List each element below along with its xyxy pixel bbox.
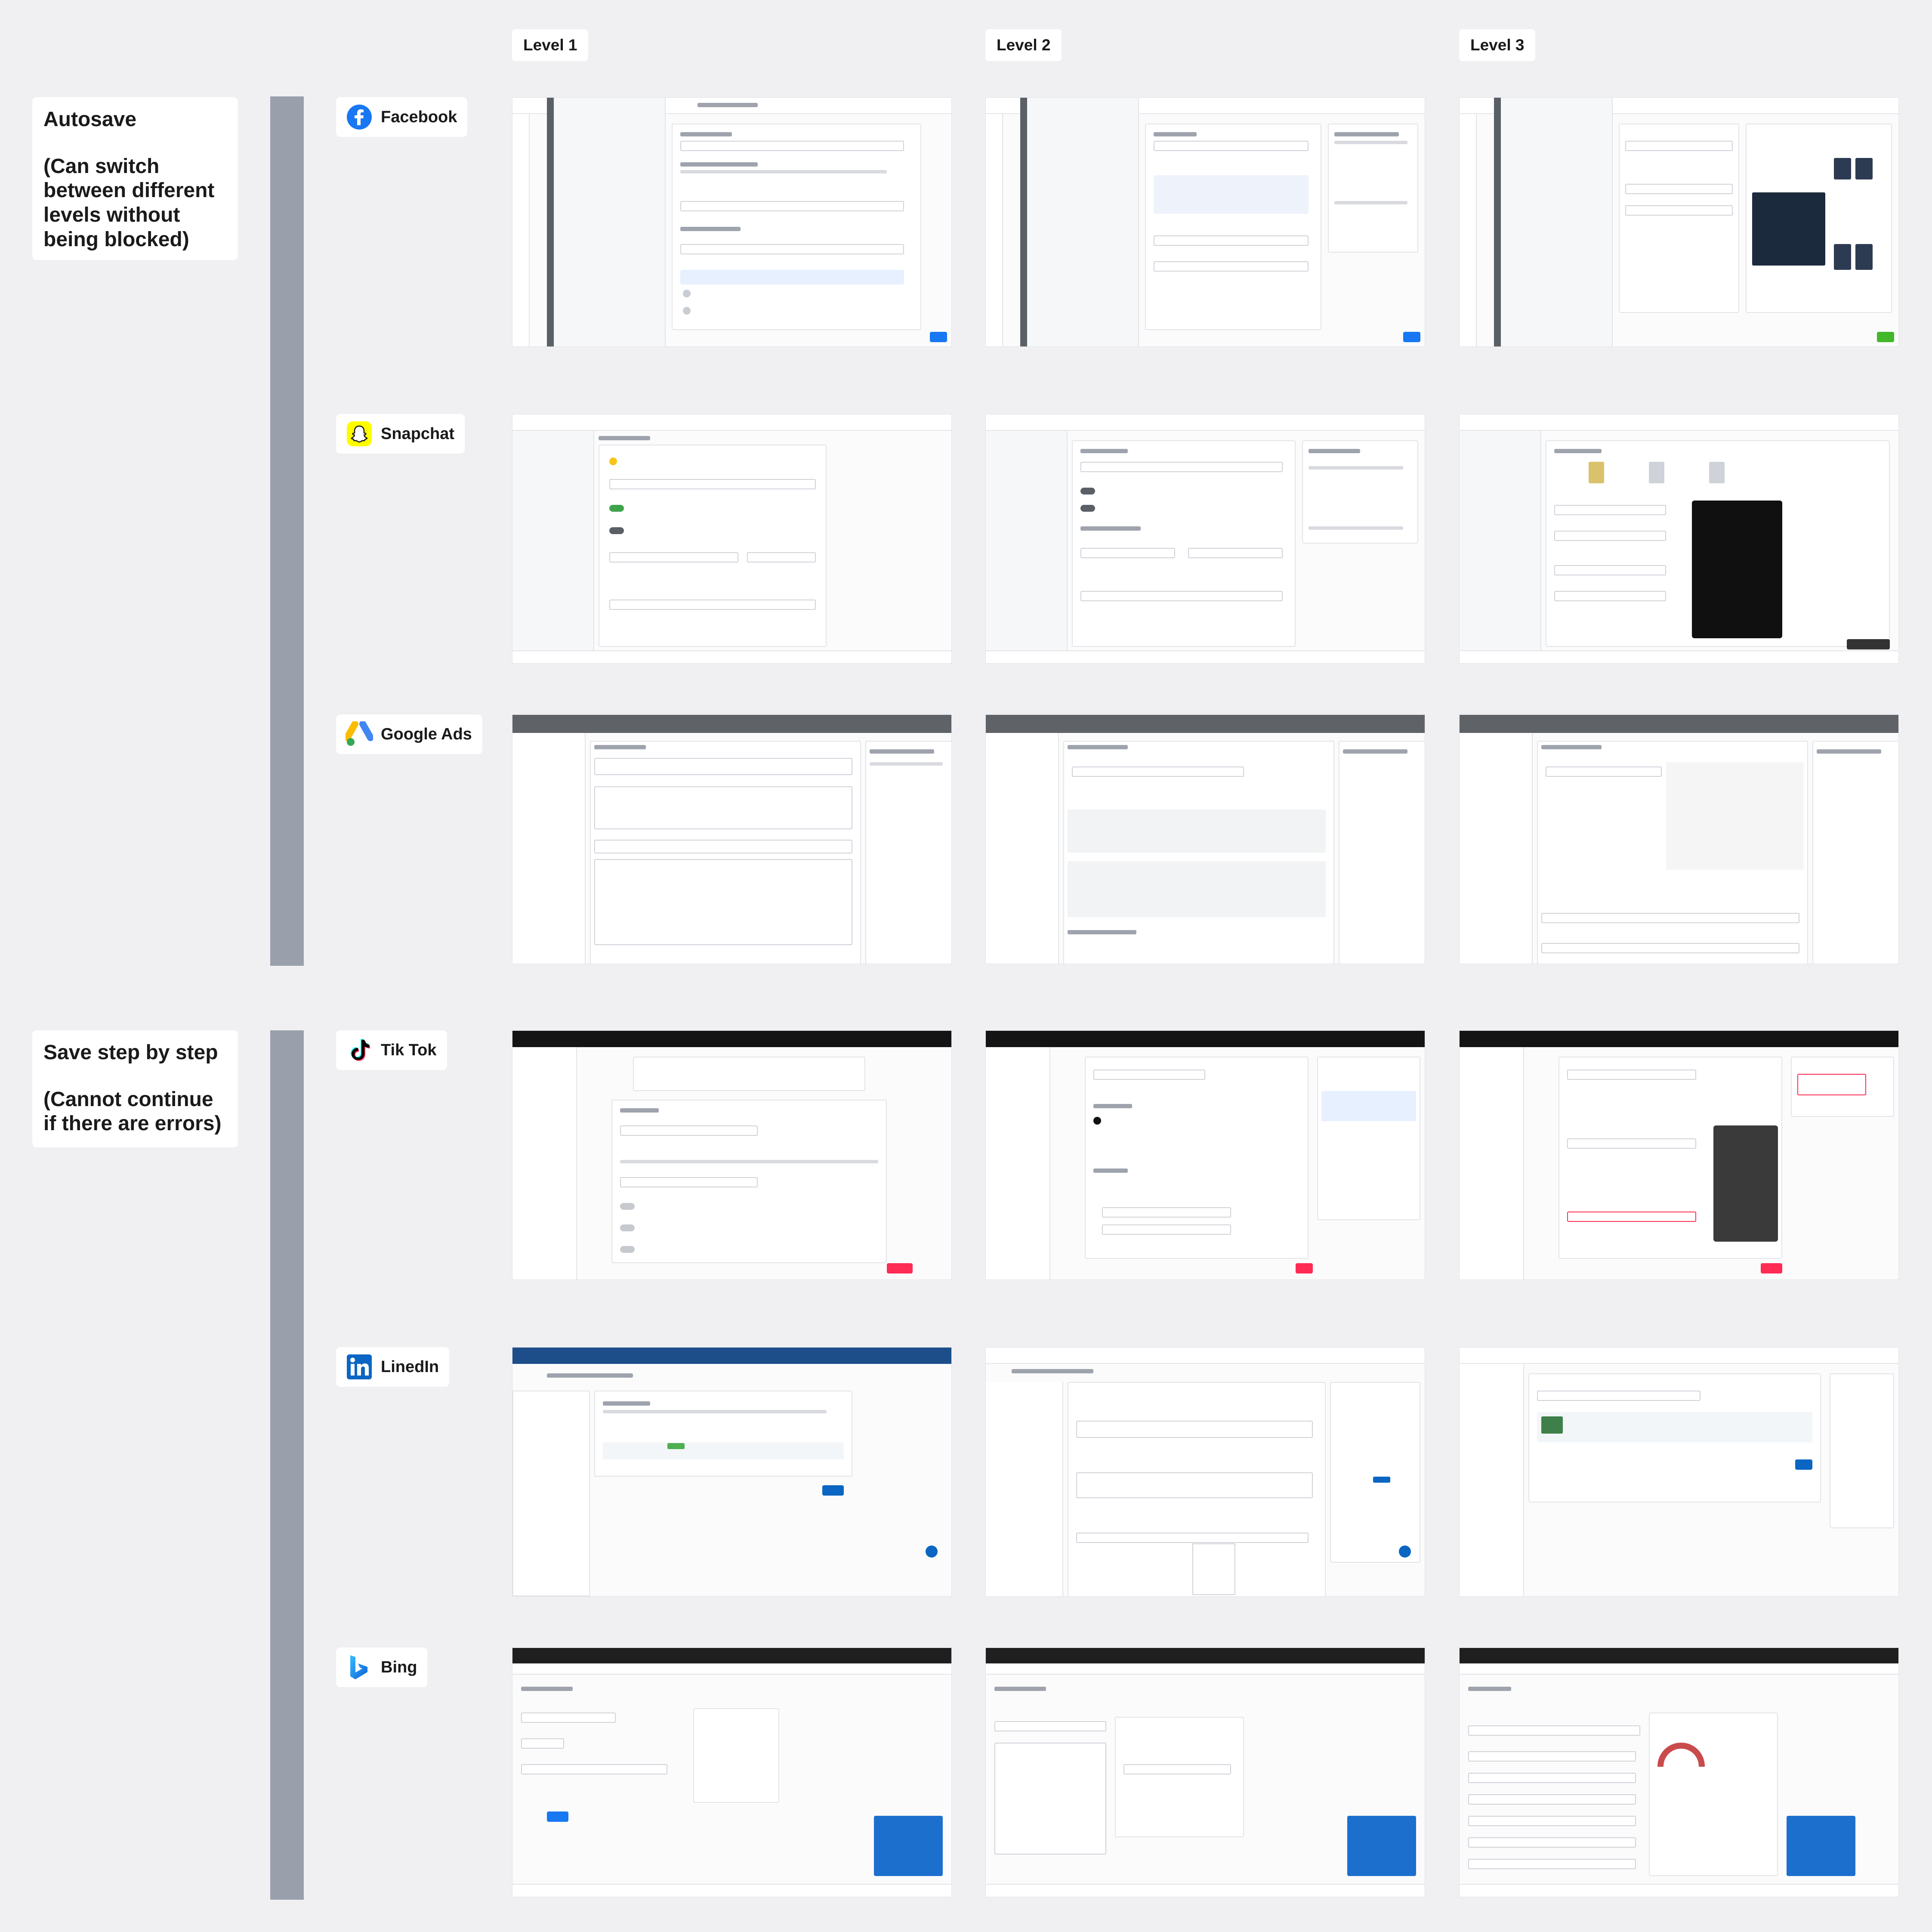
screenshot-snapchat-level-1 — [512, 414, 952, 664]
screenshot-linkedin-level-1 — [512, 1347, 952, 1597]
snapchat-icon — [346, 420, 373, 448]
next-button[interactable] — [1403, 332, 1420, 342]
platform-google-ads: Google Ads — [336, 714, 482, 754]
screenshot-bing-level-3 — [1459, 1648, 1899, 1897]
group-card-save-step-by-step: Save step by step (Cannot continue if th… — [32, 1030, 238, 1147]
continue-button[interactable] — [887, 1263, 913, 1274]
screenshot-facebook-level-3 — [1459, 97, 1899, 347]
group-divider-save-step — [270, 1030, 304, 1900]
platform-tiktok: Tik Tok — [336, 1030, 447, 1070]
group-description: (Can switch between different levels wit… — [43, 155, 215, 251]
bing-icon — [346, 1654, 373, 1681]
review-publish-button[interactable] — [1847, 639, 1890, 649]
google-ads-icon — [346, 720, 373, 748]
platform-name: Tik Tok — [381, 1041, 437, 1059]
level-2-header: Level 2 — [985, 29, 1062, 61]
next-button[interactable] — [547, 1811, 568, 1822]
screenshot-snapchat-level-3 — [1459, 414, 1899, 664]
submit-button[interactable] — [1761, 1263, 1782, 1274]
group-title: Save step by step — [43, 1041, 218, 1064]
screenshot-tiktok-level-3 — [1459, 1030, 1899, 1280]
platform-name: Bing — [381, 1658, 417, 1676]
tiktok-icon — [346, 1036, 373, 1064]
platform-snapchat: Snapchat — [336, 414, 465, 454]
platform-name: Facebook — [381, 108, 457, 126]
publish-button[interactable] — [1877, 332, 1894, 342]
screenshot-bing-level-1 — [512, 1648, 952, 1897]
level-3-header: Level 3 — [1459, 29, 1536, 61]
screenshot-tiktok-level-2 — [985, 1030, 1425, 1280]
next-button[interactable] — [1795, 1459, 1812, 1470]
screenshot-facebook-level-2 — [985, 97, 1425, 347]
screenshot-snapchat-level-2 — [985, 414, 1425, 664]
group-divider-autosave — [270, 96, 304, 966]
screenshot-google-level-2 — [985, 714, 1425, 964]
platform-name: Google Ads — [381, 725, 472, 743]
platform-linkedin: LinedIn — [336, 1347, 450, 1387]
next-button[interactable] — [1296, 1263, 1313, 1274]
screenshot-bing-level-2 — [985, 1648, 1425, 1897]
screenshot-linkedin-level-3 — [1459, 1347, 1899, 1597]
platform-name: LinedIn — [381, 1357, 439, 1376]
screenshot-tiktok-level-1 — [512, 1030, 952, 1280]
platform-bing: Bing — [336, 1648, 428, 1687]
linkedin-icon — [346, 1353, 373, 1381]
next-button[interactable] — [822, 1485, 844, 1496]
screenshot-google-level-3 — [1459, 714, 1899, 964]
facebook-icon — [346, 103, 373, 131]
screenshot-facebook-level-1 — [512, 97, 952, 347]
platform-name: Snapchat — [381, 424, 455, 443]
screenshot-linkedin-level-2 — [985, 1347, 1425, 1597]
platform-facebook: Facebook — [336, 97, 468, 137]
tab-label — [697, 103, 758, 107]
group-title: Autosave — [43, 108, 137, 131]
level-1-header: Level 1 — [512, 29, 589, 61]
screenshot-google-level-1 — [512, 714, 952, 964]
group-card-autosave: Autosave (Can switch between different l… — [32, 97, 238, 260]
group-description: (Cannot continue if there are errors) — [43, 1088, 222, 1135]
next-button[interactable] — [930, 332, 947, 342]
